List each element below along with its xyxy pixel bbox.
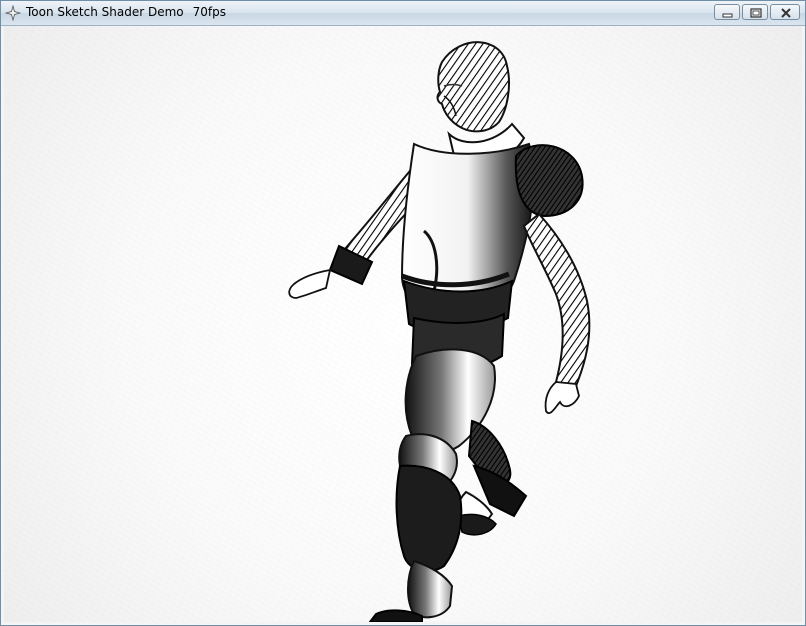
- close-button[interactable]: [770, 4, 800, 20]
- close-icon: [781, 8, 791, 18]
- render-viewport[interactable]: [4, 26, 802, 622]
- window-title: Toon Sketch Shader Demo 70fps: [26, 5, 226, 19]
- title-text: Toon Sketch Shader Demo: [26, 5, 184, 19]
- title-bar[interactable]: Toon Sketch Shader Demo 70fps: [1, 1, 805, 26]
- figure-head: [436, 41, 510, 133]
- figure-right-arm: [514, 144, 591, 414]
- figure-front-leg: [368, 433, 463, 622]
- maximize-icon: [750, 8, 762, 18]
- minimize-icon: [722, 13, 733, 18]
- app-window: Toon Sketch Shader Demo 70fps: [0, 0, 806, 626]
- app-icon[interactable]: [5, 5, 21, 21]
- maximize-button[interactable]: [742, 4, 768, 20]
- minimize-button[interactable]: [714, 4, 740, 20]
- sketch-figure: [288, 41, 591, 622]
- fps-counter: 70fps: [192, 5, 226, 19]
